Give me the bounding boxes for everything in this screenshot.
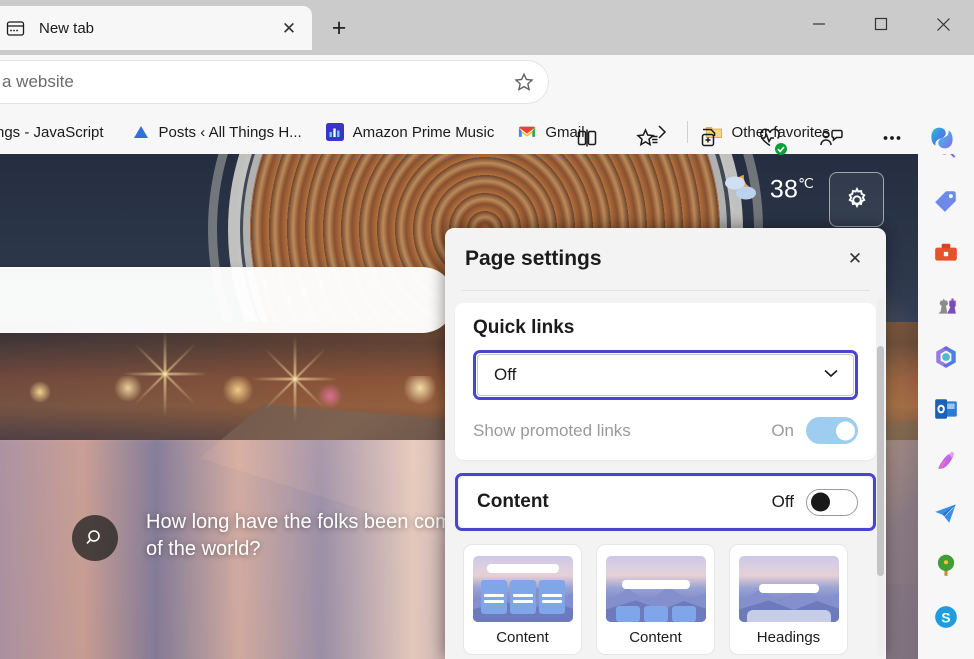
page-settings-flyout: Page settings ✕ Quick links Off (445, 228, 886, 659)
bookmark-item[interactable]: Posts ‹ All Things H... (125, 117, 309, 147)
window-controls (788, 0, 974, 48)
content-focus-ring: Content Off (455, 473, 876, 531)
content-toggle[interactable] (806, 489, 858, 516)
weather-temperature: 38℃ (770, 175, 814, 204)
new-tab-button[interactable]: + (322, 12, 356, 44)
show-promoted-links-toggle[interactable] (806, 417, 858, 444)
browser-window: 38℃ e web How long have the folks been c… (0, 0, 974, 659)
content-state: Off (772, 492, 794, 512)
close-button[interactable] (912, 0, 974, 48)
bookmark-item[interactable]: ngs - JavaScript (0, 117, 111, 147)
bookmark-item[interactable]: Amazon Prime Music (319, 117, 502, 147)
quick-links-card: Quick links Off Show promoted links On (455, 303, 876, 460)
sidebar-item-games[interactable] (924, 283, 968, 327)
bookmark-label: Amazon Prime Music (353, 124, 495, 141)
web-search-box[interactable]: e web (0, 267, 455, 333)
layout-thumb-headings (739, 556, 839, 622)
sidebar-item-telegram[interactable] (924, 491, 968, 535)
show-promoted-links-label: Show promoted links (473, 421, 771, 441)
sidebar-item-tools[interactable] (924, 231, 968, 275)
sidebar-item-outlook[interactable] (924, 387, 968, 431)
chevron-down-icon (821, 363, 841, 388)
search-bubble-icon (72, 515, 118, 561)
quick-links-focus-ring: Off (473, 350, 858, 400)
browser-essentials-icon[interactable] (739, 110, 800, 165)
content-section-header: Content Off (459, 477, 872, 527)
toggle-knob (836, 421, 855, 440)
blue-triangle-icon (132, 123, 150, 141)
split-screen-icon[interactable] (556, 110, 617, 165)
layout-option-label: Content (473, 629, 572, 646)
address-bar[interactable]: a website (0, 61, 548, 103)
moon-cloud-icon (724, 172, 758, 207)
title-bar: New tab ✕ + (0, 0, 974, 55)
copilot-icon[interactable] (916, 110, 968, 165)
layout-option-label: Content (606, 629, 705, 646)
close-icon[interactable]: ✕ (276, 15, 302, 41)
show-promoted-links-row: Show promoted links On (473, 417, 858, 444)
profile-copilot-icon[interactable] (800, 110, 861, 165)
show-promoted-links-state: On (771, 421, 794, 441)
quick-links-dropdown[interactable]: Off (477, 354, 854, 396)
browser-tab[interactable]: New tab ✕ (0, 6, 312, 50)
minimize-button[interactable] (788, 0, 850, 48)
layout-option-grid[interactable]: Content (463, 544, 582, 655)
search-input[interactable]: a website (2, 72, 506, 92)
bookmark-label: ngs - JavaScript (0, 124, 104, 141)
page-settings-gear[interactable] (829, 172, 884, 227)
weather-widget[interactable]: 38℃ (724, 172, 814, 207)
content-layout-options: Content Content (455, 544, 876, 655)
gmail-icon (518, 123, 536, 141)
svg-text:S: S (941, 609, 950, 625)
layout-option-label: Headings (739, 629, 838, 646)
toggle-knob (811, 493, 830, 512)
sidebar-item-microsoft-365[interactable] (924, 335, 968, 379)
maximize-button[interactable] (850, 0, 912, 48)
collections-icon[interactable] (678, 110, 739, 165)
tab-title: New tab (39, 20, 276, 37)
content-title: Content (477, 491, 772, 513)
page-title: Page settings (465, 247, 838, 271)
flyout-scrollbar[interactable] (877, 298, 884, 656)
sidebar-item-image-creator[interactable] (924, 439, 968, 483)
sidebar-item-shopping[interactable] (924, 179, 968, 223)
toolbar-icons (556, 110, 922, 165)
layout-option-cards[interactable]: Content (596, 544, 715, 655)
more-icon[interactable] (861, 110, 922, 165)
amazon-music-icon (326, 123, 344, 141)
layout-thumb-grid (473, 556, 573, 622)
quick-links-title: Quick links (473, 317, 858, 339)
star-icon[interactable] (506, 64, 542, 100)
quick-links-value: Off (494, 365, 821, 385)
layout-thumb-cards (606, 556, 706, 622)
flyout-body: Quick links Off Show promoted links On (445, 291, 886, 659)
bookmark-label: Posts ‹ All Things H... (159, 124, 302, 141)
newtab-icon (6, 19, 25, 38)
flyout-header: Page settings ✕ (445, 228, 886, 290)
layout-option-headings[interactable]: Headings (729, 544, 848, 655)
sidebar-item-skype[interactable]: S (924, 595, 968, 639)
scrollbar-thumb[interactable] (877, 346, 884, 576)
favorites-icon[interactable] (617, 110, 678, 165)
sidebar-item-tree[interactable] (924, 543, 968, 587)
address-bar-row: a website (0, 55, 974, 110)
close-icon[interactable]: ✕ (838, 242, 872, 276)
